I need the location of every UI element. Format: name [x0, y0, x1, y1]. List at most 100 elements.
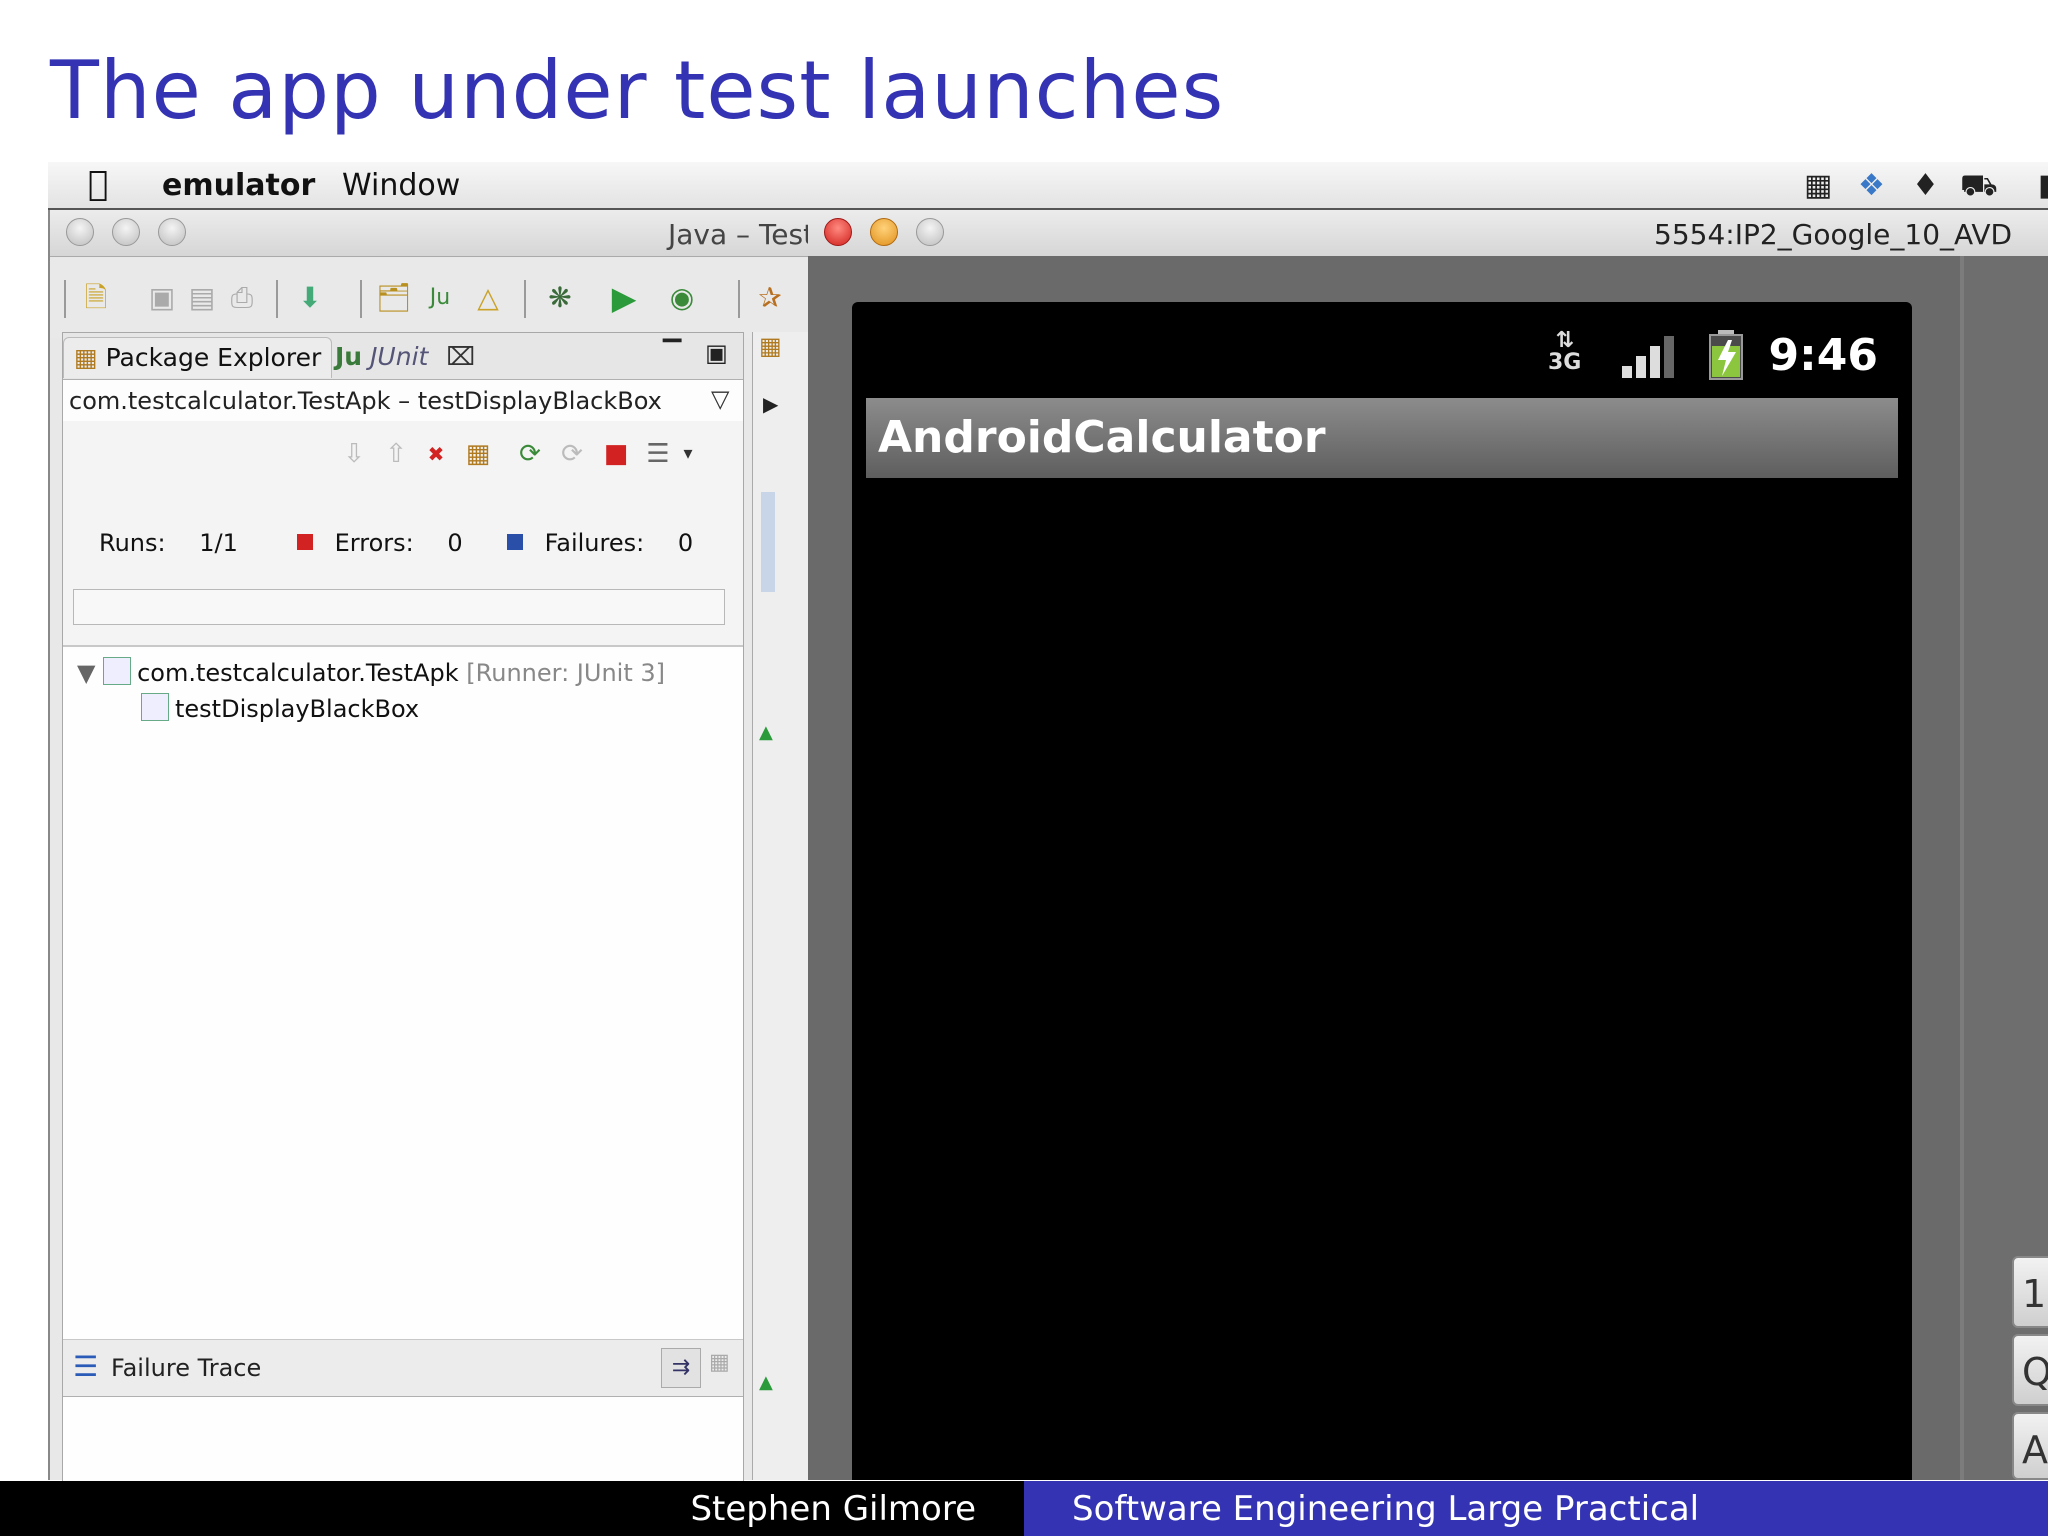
open-project-icon[interactable]: 🗂 [376, 282, 412, 314]
tree-row-suite[interactable]: ▼ com.testcalculator.TestApk [Runner: JU… [77, 657, 665, 688]
footer-author: Stephen Gilmore [690, 1489, 976, 1529]
editor-strip: ▦ ▶ ▲ ▲ [752, 332, 809, 1480]
rerun-failed-first-icon[interactable]: ⟳ [557, 439, 587, 469]
test-name: testDisplayBlackBox [175, 695, 420, 723]
expand-arrow-icon[interactable]: ▶ [763, 392, 778, 416]
footer-left: Stephen Gilmore [0, 1481, 1024, 1536]
failure-icon [507, 534, 523, 550]
filter-stack-trace-button[interactable]: ⇉ [661, 1348, 701, 1388]
eclipse-titlebar: Java – Test [50, 210, 814, 257]
eclipse-zoom-button[interactable] [158, 218, 186, 246]
emulator-close-button[interactable] [824, 218, 852, 246]
keyboard-key-a[interactable]: A [2012, 1412, 2048, 1480]
run-summary: com.testcalculator.TestApk – testDisplay… [69, 387, 662, 415]
show-failures-only-icon[interactable]: ✖ [421, 439, 451, 469]
eclipse-window: Java – Test 🗎 ▣ ▤ ⎙ ⬇ 🗂 Ju △ ❋ ▶ ◉ ✰ ▦ P… [48, 210, 814, 1487]
minimize-view-icon[interactable]: ▔ [663, 339, 681, 367]
signal-strength-icon [1622, 336, 1674, 378]
run-icon[interactable]: ▶ [608, 282, 640, 314]
eclipse-close-button[interactable] [66, 218, 94, 246]
tree-row-test[interactable]: testDisplayBlackBox [141, 693, 420, 724]
previous-failure-icon[interactable]: ⇧ [381, 439, 411, 469]
slide-title: The app under test launches [50, 44, 1225, 137]
compare-result-icon[interactable]: ▦ [709, 1350, 730, 1375]
errors-value: 0 [447, 529, 463, 557]
app-title: AndroidCalculator [878, 412, 1326, 463]
truck-icon[interactable]: ⛟ [1960, 168, 1998, 207]
tab-package-explorer-label: Package Explorer [105, 343, 322, 372]
view-controls: ▔ ▣ [663, 339, 728, 367]
close-tab-icon[interactable]: ⌧ [446, 342, 475, 371]
print-icon[interactable]: ⎙ [226, 282, 258, 314]
apple-icon[interactable]:  [88, 164, 108, 204]
keyboard-key-1[interactable]: 1 [2012, 1256, 2048, 1328]
suite-runner: [Runner: JUnit 3] [466, 659, 665, 687]
menu-window[interactable]: Window [342, 168, 460, 203]
keyboard-key-q[interactable]: Q [2012, 1334, 2048, 1406]
test-suite-icon [103, 657, 132, 685]
maximize-view-icon[interactable]: ▣ [705, 339, 728, 367]
emulator-titlebar: 5554:IP2_Google_10_AVD [808, 210, 2048, 257]
run-external-icon[interactable]: ◉ [666, 282, 698, 314]
stack-trace-icon: ☰ [73, 1350, 99, 1383]
status-clipboard-icon[interactable]: ▦ [1804, 168, 1832, 203]
failure-trace-body [63, 1397, 743, 1487]
failure-trace-label: Failure Trace [111, 1354, 262, 1382]
extensions-icon[interactable]: ✰ [754, 282, 786, 314]
suite-name: com.testcalculator.TestApk [137, 659, 459, 687]
junit-toolbar: ⇩ ⇧ ✖ ▦ ⟳ ⟳ ■ ☰ ▾ [63, 421, 743, 486]
tab-package-explorer[interactable]: ▦ Package Explorer [63, 337, 333, 378]
menu-app-name[interactable]: emulator [162, 168, 315, 203]
dropbox-icon[interactable]: ❖ [1858, 168, 1885, 203]
android-screen[interactable]: ⇅ 3G 9:46 AndroidCalculator [852, 302, 1912, 1480]
next-failure-icon[interactable]: ⇩ [339, 439, 369, 469]
history-dropdown-icon[interactable]: ▾ [673, 439, 703, 469]
status-extra-icon[interactable]: ■ [2038, 168, 2048, 203]
eclipse-window-title: Java – Test [668, 218, 815, 251]
eclipse-minimize-button[interactable] [112, 218, 140, 246]
app-title-bar: AndroidCalculator [866, 398, 1898, 478]
toolbar-separator [738, 280, 740, 318]
tab-junit[interactable]: Ju JUnit ⌧ [325, 337, 485, 377]
emulator-zoom-button[interactable] [916, 218, 944, 246]
package-explorer-icon: ▦ [74, 343, 98, 372]
save-all-icon[interactable]: ▤ [186, 282, 218, 314]
view-tab-bar: ▦ Package Explorer Ju JUnit ⌧ ▔ ▣ [63, 333, 743, 380]
collapse-icon[interactable]: ▼ [77, 659, 95, 687]
test-tree: ▼ com.testcalculator.TestApk [Runner: JU… [63, 649, 743, 1339]
errors-counter: Errors: 0 [297, 529, 463, 557]
failures-value: 0 [677, 529, 694, 557]
marker-up-icon: ▲ [759, 1372, 773, 1393]
test-counters: Runs: 1/1 Errors: 0 Failures: 0 [63, 485, 743, 647]
marker-up-icon: ▲ [759, 722, 773, 743]
emulator-minimize-button[interactable] [870, 218, 898, 246]
emulator-window-title: 5554:IP2_Google_10_AVD [1654, 218, 2013, 251]
test-run-history-icon[interactable]: ☰ [643, 439, 673, 469]
scroll-lock-icon[interactable]: ▦ [463, 439, 493, 469]
stop-test-icon[interactable]: ■ [601, 439, 631, 469]
toolbar-separator [276, 280, 278, 318]
junit-view: ▦ Package Explorer Ju JUnit ⌧ ▔ ▣ com.te… [62, 332, 744, 1487]
test-case-icon [141, 693, 169, 721]
debug-icon[interactable]: ❋ [544, 282, 576, 314]
network-3g-icon: ⇅ 3G [1548, 328, 1582, 375]
editor-tab-icon[interactable]: ▦ [759, 332, 782, 360]
save-icon[interactable]: ▣ [146, 282, 178, 314]
new-file-icon[interactable]: 🗎 [80, 282, 112, 314]
tab-junit-label: JUnit [370, 342, 429, 371]
download-icon[interactable]: ⬇ [294, 282, 326, 314]
failure-trace-bar: ☰ Failure Trace ⇉ ▦ [63, 1339, 743, 1398]
view-menu-icon[interactable]: ▽ [711, 385, 729, 413]
failures-label: Failures: [544, 529, 645, 557]
runs-counter: Runs: 1/1 [99, 529, 238, 557]
new-junit-icon[interactable]: Ju [424, 282, 456, 314]
rerun-test-icon[interactable]: ⟳ [515, 439, 545, 469]
status-clock: 9:46 [1768, 330, 1878, 381]
overview-ruler [761, 492, 775, 592]
new-class-icon[interactable]: △ [472, 282, 504, 314]
toolbar-separator [524, 280, 526, 318]
errors-label: Errors: [334, 529, 414, 557]
toolbar-separator [360, 280, 362, 318]
evernote-icon[interactable]: ♦ [1912, 168, 1939, 203]
android-status-bar: ⇅ 3G 9:46 [852, 324, 1912, 382]
